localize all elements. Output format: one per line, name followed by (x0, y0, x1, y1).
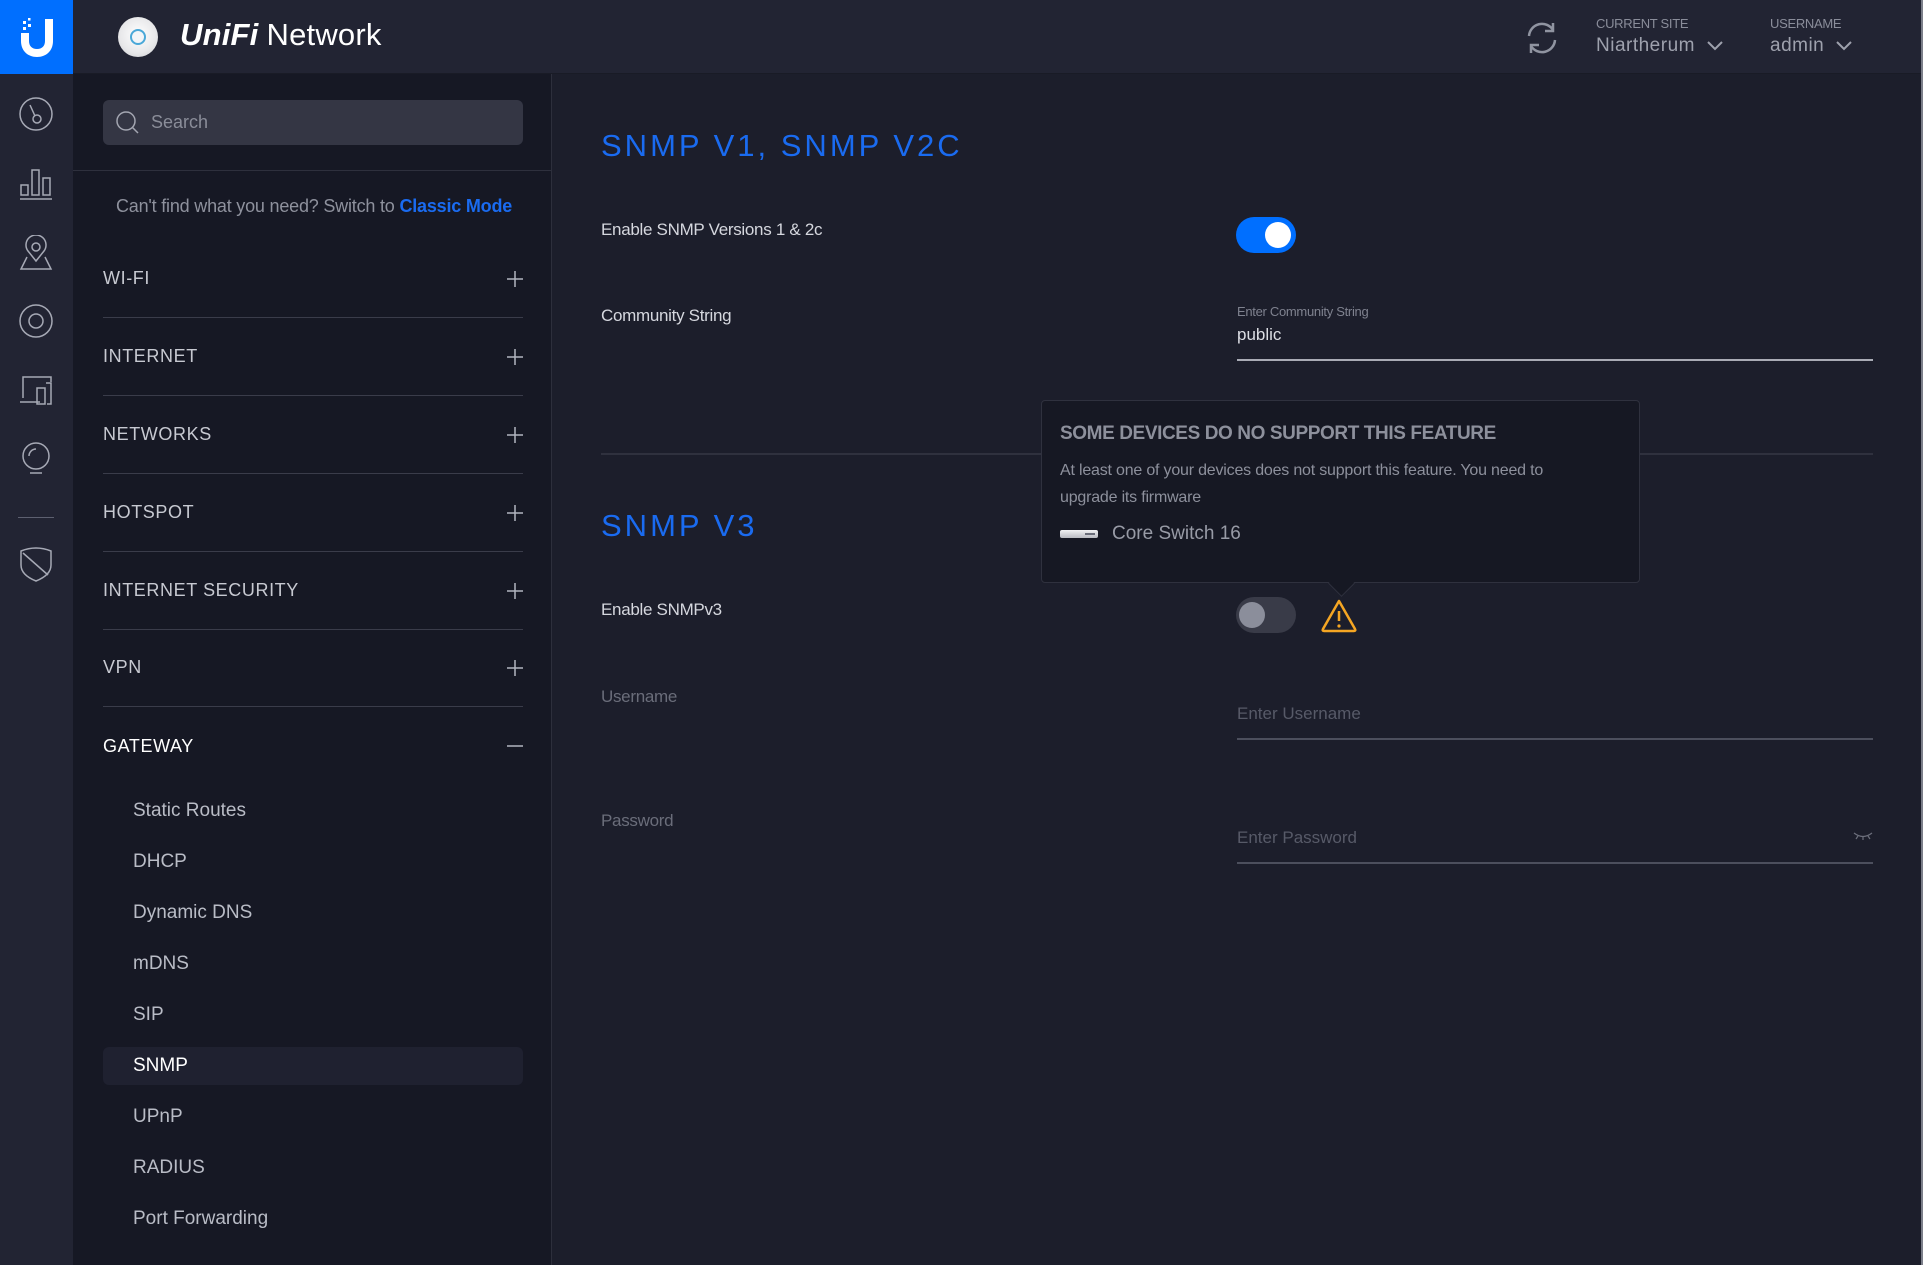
switch-device-icon (1060, 530, 1098, 538)
sidebar-section-vpn[interactable]: VPN (103, 629, 523, 707)
snmp-password-field (1237, 822, 1873, 864)
app-name: Network (266, 17, 382, 52)
community-string-label: Community String (601, 306, 732, 325)
current-site-value: Niartherum (1596, 35, 1695, 56)
sidebar-item-static-routes[interactable]: Static Routes (103, 792, 523, 830)
insights-icon[interactable] (18, 440, 54, 476)
sidebar-section-internet-security[interactable]: INTERNET SECURITY (103, 552, 523, 630)
plus-icon (507, 659, 523, 676)
sidebar-section-label: WI-FI (103, 268, 150, 288)
minus-icon (507, 745, 523, 747)
enable-snmp-v1v2-toggle[interactable] (1236, 217, 1296, 253)
rail-divider (18, 517, 54, 518)
user-menu[interactable]: USERNAME admin (1770, 16, 1852, 57)
dashboard-icon[interactable] (18, 96, 54, 132)
clients-icon[interactable] (18, 372, 54, 408)
community-string-field: Enter Community String (1237, 304, 1873, 361)
plus-icon (507, 426, 523, 443)
sidebar-section-gateway[interactable]: GATEWAY (103, 707, 523, 785)
enable-snmp-v3-toggle[interactable] (1236, 597, 1296, 633)
sidebar-section-label: INTERNET (103, 346, 198, 366)
sidebar-item-mdns[interactable]: mDNS (103, 945, 523, 983)
classic-mode-prompt: Can't find what you need? Switch to Clas… (116, 196, 512, 217)
sidebar-section-hotspot[interactable]: HOTSPOT (103, 474, 523, 552)
current-site-label: CURRENT SITE (1596, 16, 1689, 31)
sidebar-section-label: VPN (103, 657, 142, 677)
sidebar-section-wifi[interactable]: WI-FI (103, 240, 523, 318)
warning-icon[interactable] (1320, 598, 1358, 634)
nav-rail (0, 74, 73, 1265)
sidebar-item-port-forwarding[interactable]: Port Forwarding (103, 1200, 523, 1238)
refresh-icon[interactable] (1522, 20, 1562, 56)
devices-icon[interactable] (18, 303, 54, 339)
snmp-v3-heading: SNMP V3 (601, 508, 758, 543)
app-brand: UniFi (180, 17, 259, 52)
snmp-password-input[interactable] (1237, 822, 1873, 864)
plus-icon (507, 582, 523, 599)
sidebar-item-upnp[interactable]: UPnP (103, 1098, 523, 1136)
ubiquiti-u-icon (20, 18, 53, 57)
unsupported-device[interactable]: Core Switch 16 (1060, 523, 1621, 545)
sidebar-section-internet[interactable]: INTERNET (103, 318, 523, 396)
sidebar-section-label: GATEWAY (103, 735, 194, 756)
tooltip-text: At least one of your devices does not su… (1060, 462, 1544, 506)
username-value: admin (1770, 35, 1825, 56)
classic-mode-text: Can't find what you need? Switch to (116, 196, 395, 216)
threat-management-icon[interactable] (18, 546, 54, 582)
snmp-username-input[interactable] (1237, 698, 1873, 740)
sidebar-item-sip[interactable]: SIP (103, 996, 523, 1034)
snmp-username-field (1237, 698, 1873, 740)
sidebar-section-label: INTERNET SECURITY (103, 580, 299, 600)
device-name: Core Switch 16 (1112, 523, 1241, 544)
enable-snmp-v3-label: Enable SNMPv3 (601, 600, 722, 619)
password-label: Password (601, 811, 674, 830)
plus-icon (507, 270, 523, 287)
search-box[interactable] (103, 100, 523, 145)
sidebar-item-dynamic-dns[interactable]: Dynamic DNS (103, 894, 523, 932)
sidebar-item-snmp[interactable]: SNMP (103, 1047, 523, 1085)
search-icon (116, 110, 139, 134)
map-icon[interactable] (18, 235, 54, 271)
statistics-icon[interactable] (18, 166, 54, 202)
plus-icon (507, 504, 523, 521)
sidebar-item-radius[interactable]: RADIUS (103, 1149, 523, 1187)
classic-mode-link[interactable]: Classic Mode (399, 196, 512, 216)
sidebar-item-dhcp[interactable]: DHCP (103, 843, 523, 881)
snmp-v1v2-heading: SNMP V1, SNMP V2C (601, 128, 963, 163)
tooltip-title: SOME DEVICES DO NO SUPPORT THIS FEATURE (1060, 423, 1496, 444)
snmp-settings-panel: SNMP V1, SNMP V2C Enable SNMP Versions 1… (552, 74, 1921, 1265)
username-label: USERNAME (1770, 16, 1842, 31)
sidebar-section-label: NETWORKS (103, 424, 212, 444)
unsupported-feature-tooltip: SOME DEVICES DO NO SUPPORT THIS FEATURE … (1041, 400, 1640, 583)
site-selector[interactable]: CURRENT SITE Niartherum (1596, 16, 1723, 57)
enable-snmp-v1v2-label: Enable SNMP Versions 1 & 2c (601, 220, 823, 239)
settings-sidebar: Can't find what you need? Switch to Clas… (73, 74, 552, 1265)
show-password-icon[interactable] (1853, 830, 1873, 842)
sidebar-section-label: HOTSPOT (103, 502, 195, 522)
sidebar-section-networks[interactable]: NETWORKS (103, 396, 523, 474)
access-point-icon (118, 17, 158, 57)
community-string-float-label: Enter Community String (1237, 304, 1369, 319)
search-input[interactable] (151, 112, 511, 133)
chevron-down-icon (1836, 41, 1852, 51)
app-title: UniFi Network (180, 17, 382, 53)
chevron-down-icon (1707, 41, 1723, 51)
community-string-input[interactable] (1237, 319, 1873, 361)
plus-icon (507, 348, 523, 365)
username-label: Username (601, 687, 678, 706)
top-header: UniFi Network CURRENT SITE Niartherum USE… (0, 0, 1923, 74)
sidebar-divider (73, 170, 551, 171)
ubiquiti-logo[interactable] (0, 0, 73, 74)
